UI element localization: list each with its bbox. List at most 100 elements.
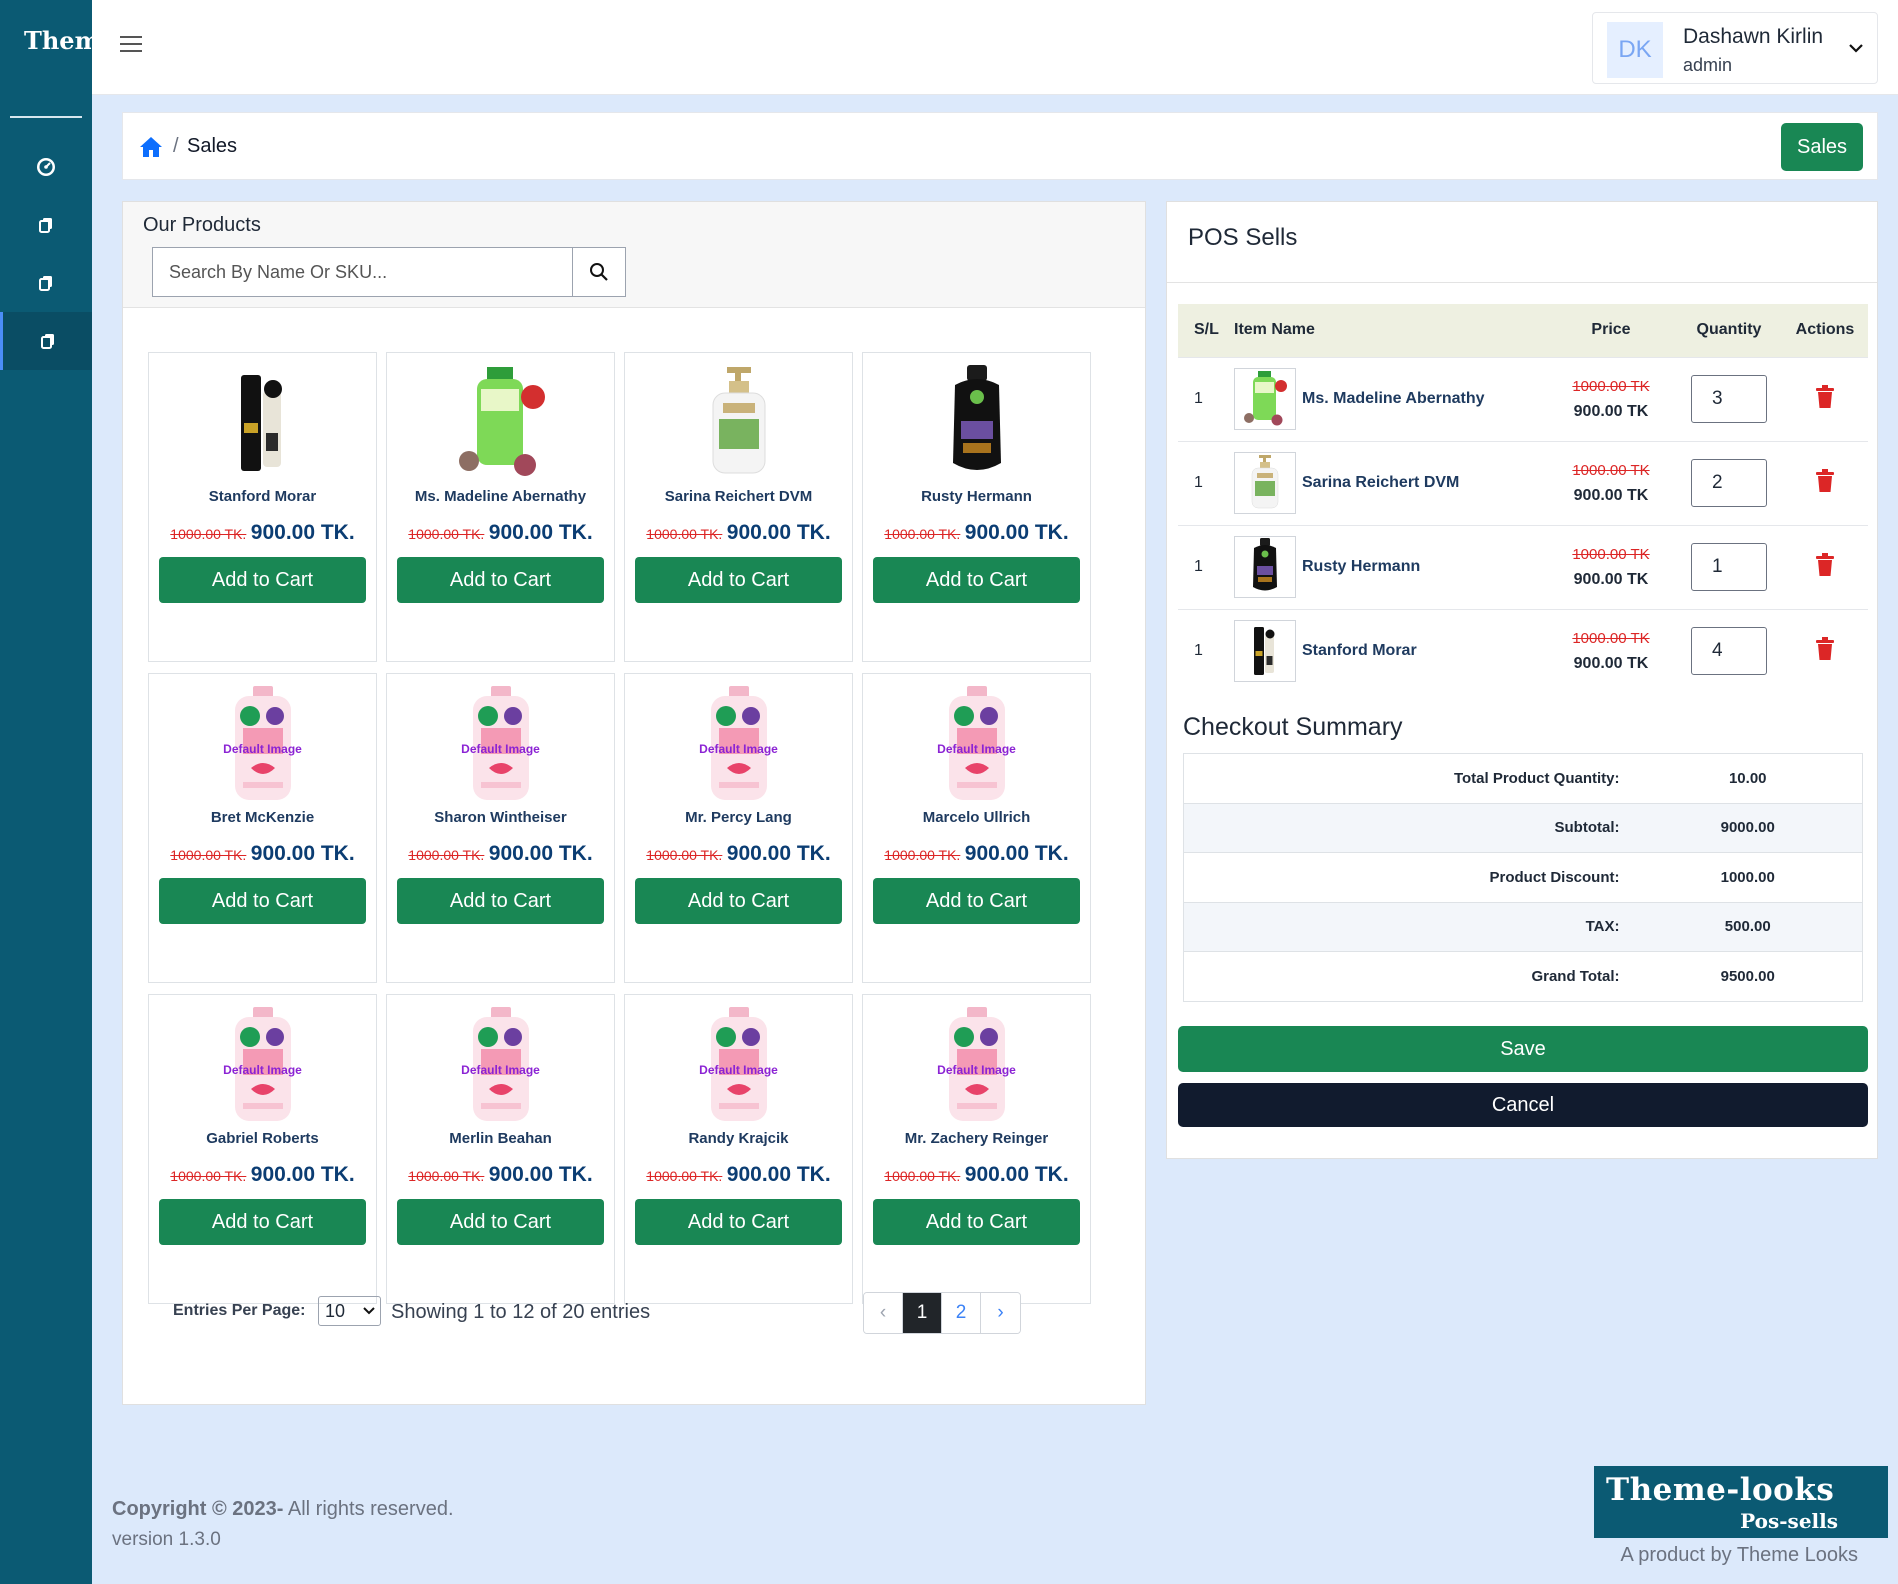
pos-title: POS Sells <box>1188 224 1298 251</box>
add-to-cart-button[interactable]: Add to Cart <box>397 1199 604 1245</box>
product-old-price: 1000.00 TK. <box>408 526 485 542</box>
sales-button[interactable]: Sales <box>1781 123 1863 171</box>
summary-row: Grand Total: 9500.00 <box>1183 951 1863 1001</box>
pagination-row: Entries Per Page: 10 Showing 1 to 12 of … <box>173 1292 1103 1336</box>
product-card: Default Image Merlin Beahan 1000.00 TK. … <box>386 994 615 1304</box>
product-name: Marcelo Ullrich <box>922 809 1031 826</box>
quantity-input[interactable] <box>1691 459 1767 507</box>
product-price: 1000.00 TK. 900.00 TK. <box>625 842 852 866</box>
add-to-cart-button[interactable]: Add to Cart <box>397 557 604 603</box>
product-image: Default Image <box>441 684 561 804</box>
add-to-cart-button[interactable]: Add to Cart <box>159 878 366 924</box>
summary-value: 10.00 <box>1633 753 1863 803</box>
product-image <box>679 363 799 483</box>
showing-entries-text: Showing 1 to 12 of 20 entries <box>391 1301 651 1323</box>
page-prev[interactable]: ‹ <box>864 1293 903 1333</box>
summary-label: Total Product Quantity: <box>1183 753 1634 803</box>
product-price: 1000.00 TK. 900.00 TK. <box>149 521 376 545</box>
menu-toggle-icon[interactable] <box>120 36 142 54</box>
product-name: Ms. Madeline Abernathy <box>414 488 587 505</box>
product-old-price: 1000.00 TK. <box>408 1168 485 1184</box>
products-panel: Our Products Stanford Morar 1000.00 TK. … <box>122 201 1146 1405</box>
home-icon[interactable] <box>139 136 163 158</box>
quantity-input[interactable] <box>1691 543 1767 591</box>
quantity-input[interactable] <box>1691 627 1767 676</box>
sidebar-item-pages-3[interactable] <box>0 312 92 370</box>
add-to-cart-button[interactable]: Add to Cart <box>159 557 366 603</box>
product-old-price: 1000.00 TK. <box>170 847 247 863</box>
product-card: Default Image Mr. Percy Lang 1000.00 TK.… <box>624 673 853 983</box>
save-button[interactable]: Save <box>1178 1026 1868 1072</box>
tagline: A product by Theme Looks <box>1620 1544 1858 1566</box>
user-role: admin <box>1683 55 1733 75</box>
page-2[interactable]: 2 <box>942 1293 981 1333</box>
cart-price-cell: 1000.00 TK 900.00 TK <box>1546 608 1676 693</box>
summary-value: 9000.00 <box>1633 802 1863 853</box>
checkout-summary-title: Checkout Summary <box>1183 713 1403 741</box>
checkout-summary-table: Total Product Quantity: 10.00 Subtotal: … <box>1183 753 1863 1002</box>
user-menu[interactable]: DK Dashawn Kirlin admin <box>1592 12 1878 84</box>
product-name: Mr. Zachery Reinger <box>904 1130 1049 1147</box>
product-new-price: 900.00 TK. <box>726 521 831 544</box>
add-to-cart-button[interactable]: Add to Cart <box>635 557 842 603</box>
cart-price-cell: 1000.00 TK 900.00 TK <box>1546 524 1676 609</box>
pagination: ‹ 1 2 › <box>863 1292 1021 1334</box>
trash-icon[interactable] <box>1815 384 1835 409</box>
sidebar-item-pages-1[interactable] <box>0 196 92 254</box>
product-card: Default Image Mr. Zachery Reinger 1000.0… <box>862 994 1091 1304</box>
cart-sl: 1 <box>1178 440 1234 525</box>
entries-per-page-select[interactable]: 10 <box>318 1296 381 1326</box>
entries-per-page-label: Entries Per Page: <box>173 1302 306 1319</box>
product-price: 1000.00 TK. 900.00 TK. <box>863 1163 1090 1187</box>
cancel-button[interactable]: Cancel <box>1178 1083 1868 1127</box>
product-image: Default Image <box>203 684 323 804</box>
default-image-label: Default Image <box>223 742 302 756</box>
add-to-cart-button[interactable]: Add to Cart <box>635 1199 842 1245</box>
cart-price: 900.00 TK <box>1573 570 1649 588</box>
add-to-cart-button[interactable]: Add to Cart <box>873 557 1080 603</box>
product-new-price: 900.00 TK. <box>964 1163 1069 1186</box>
cart-qty-cell <box>1676 608 1782 693</box>
product-old-price: 1000.00 TK. <box>646 1168 723 1184</box>
add-to-cart-button[interactable]: Add to Cart <box>397 878 604 924</box>
search-button[interactable] <box>573 248 625 296</box>
product-card: Default Image Bret McKenzie 1000.00 TK. … <box>148 673 377 983</box>
product-price: 1000.00 TK. 900.00 TK. <box>387 842 614 866</box>
add-to-cart-button[interactable]: Add to Cart <box>159 1199 366 1245</box>
search-input[interactable] <box>153 248 573 296</box>
product-price: 1000.00 TK. 900.00 TK. <box>625 1163 852 1187</box>
product-image: Default Image <box>679 684 799 804</box>
col-quantity: Quantity <box>1676 304 1782 357</box>
page-next[interactable]: › <box>981 1293 1020 1333</box>
trash-icon[interactable] <box>1815 636 1835 661</box>
page-1[interactable]: 1 <box>903 1293 942 1333</box>
col-actions: Actions <box>1782 304 1868 357</box>
add-to-cart-button[interactable]: Add to Cart <box>635 878 842 924</box>
product-new-price: 900.00 TK. <box>964 842 1069 865</box>
sidebar-item-dashboard[interactable] <box>0 138 92 196</box>
summary-label: TAX: <box>1183 901 1634 952</box>
cart-item-cell: Stanford Morar <box>1234 608 1546 693</box>
sidebar: Them <box>0 0 92 1584</box>
trash-icon[interactable] <box>1815 468 1835 493</box>
chevron-down-icon <box>363 1307 375 1315</box>
default-image-label: Default Image <box>937 1063 1016 1077</box>
product-new-price: 900.00 TK. <box>488 842 593 865</box>
sidebar-item-pages-2[interactable] <box>0 254 92 312</box>
copyright: Copyright © 2023- All rights reserved. <box>112 1498 454 1521</box>
cart-price-cell: 1000.00 TK 900.00 TK <box>1546 356 1676 441</box>
quantity-input[interactable] <box>1691 375 1767 423</box>
cart-qty-cell <box>1676 440 1782 525</box>
sidebar-divider <box>10 116 82 118</box>
logo-line1: Theme-looks <box>1606 1472 1835 1508</box>
add-to-cart-button[interactable]: Add to Cart <box>873 878 1080 924</box>
product-name: Merlin Beahan <box>449 1130 552 1147</box>
product-name: Sarina Reichert DVM <box>664 488 813 505</box>
product-card: Default Image Marcelo Ullrich 1000.00 TK… <box>862 673 1091 983</box>
cart-item-name: Stanford Morar <box>1302 642 1417 660</box>
dashboard-icon <box>37 158 55 176</box>
default-image-label: Default Image <box>937 742 1016 756</box>
add-to-cart-button[interactable]: Add to Cart <box>873 1199 1080 1245</box>
trash-icon[interactable] <box>1815 552 1835 577</box>
cart-row: 1 Ms. Madeline Abernathy 1000.00 TK 900.… <box>1178 356 1868 441</box>
